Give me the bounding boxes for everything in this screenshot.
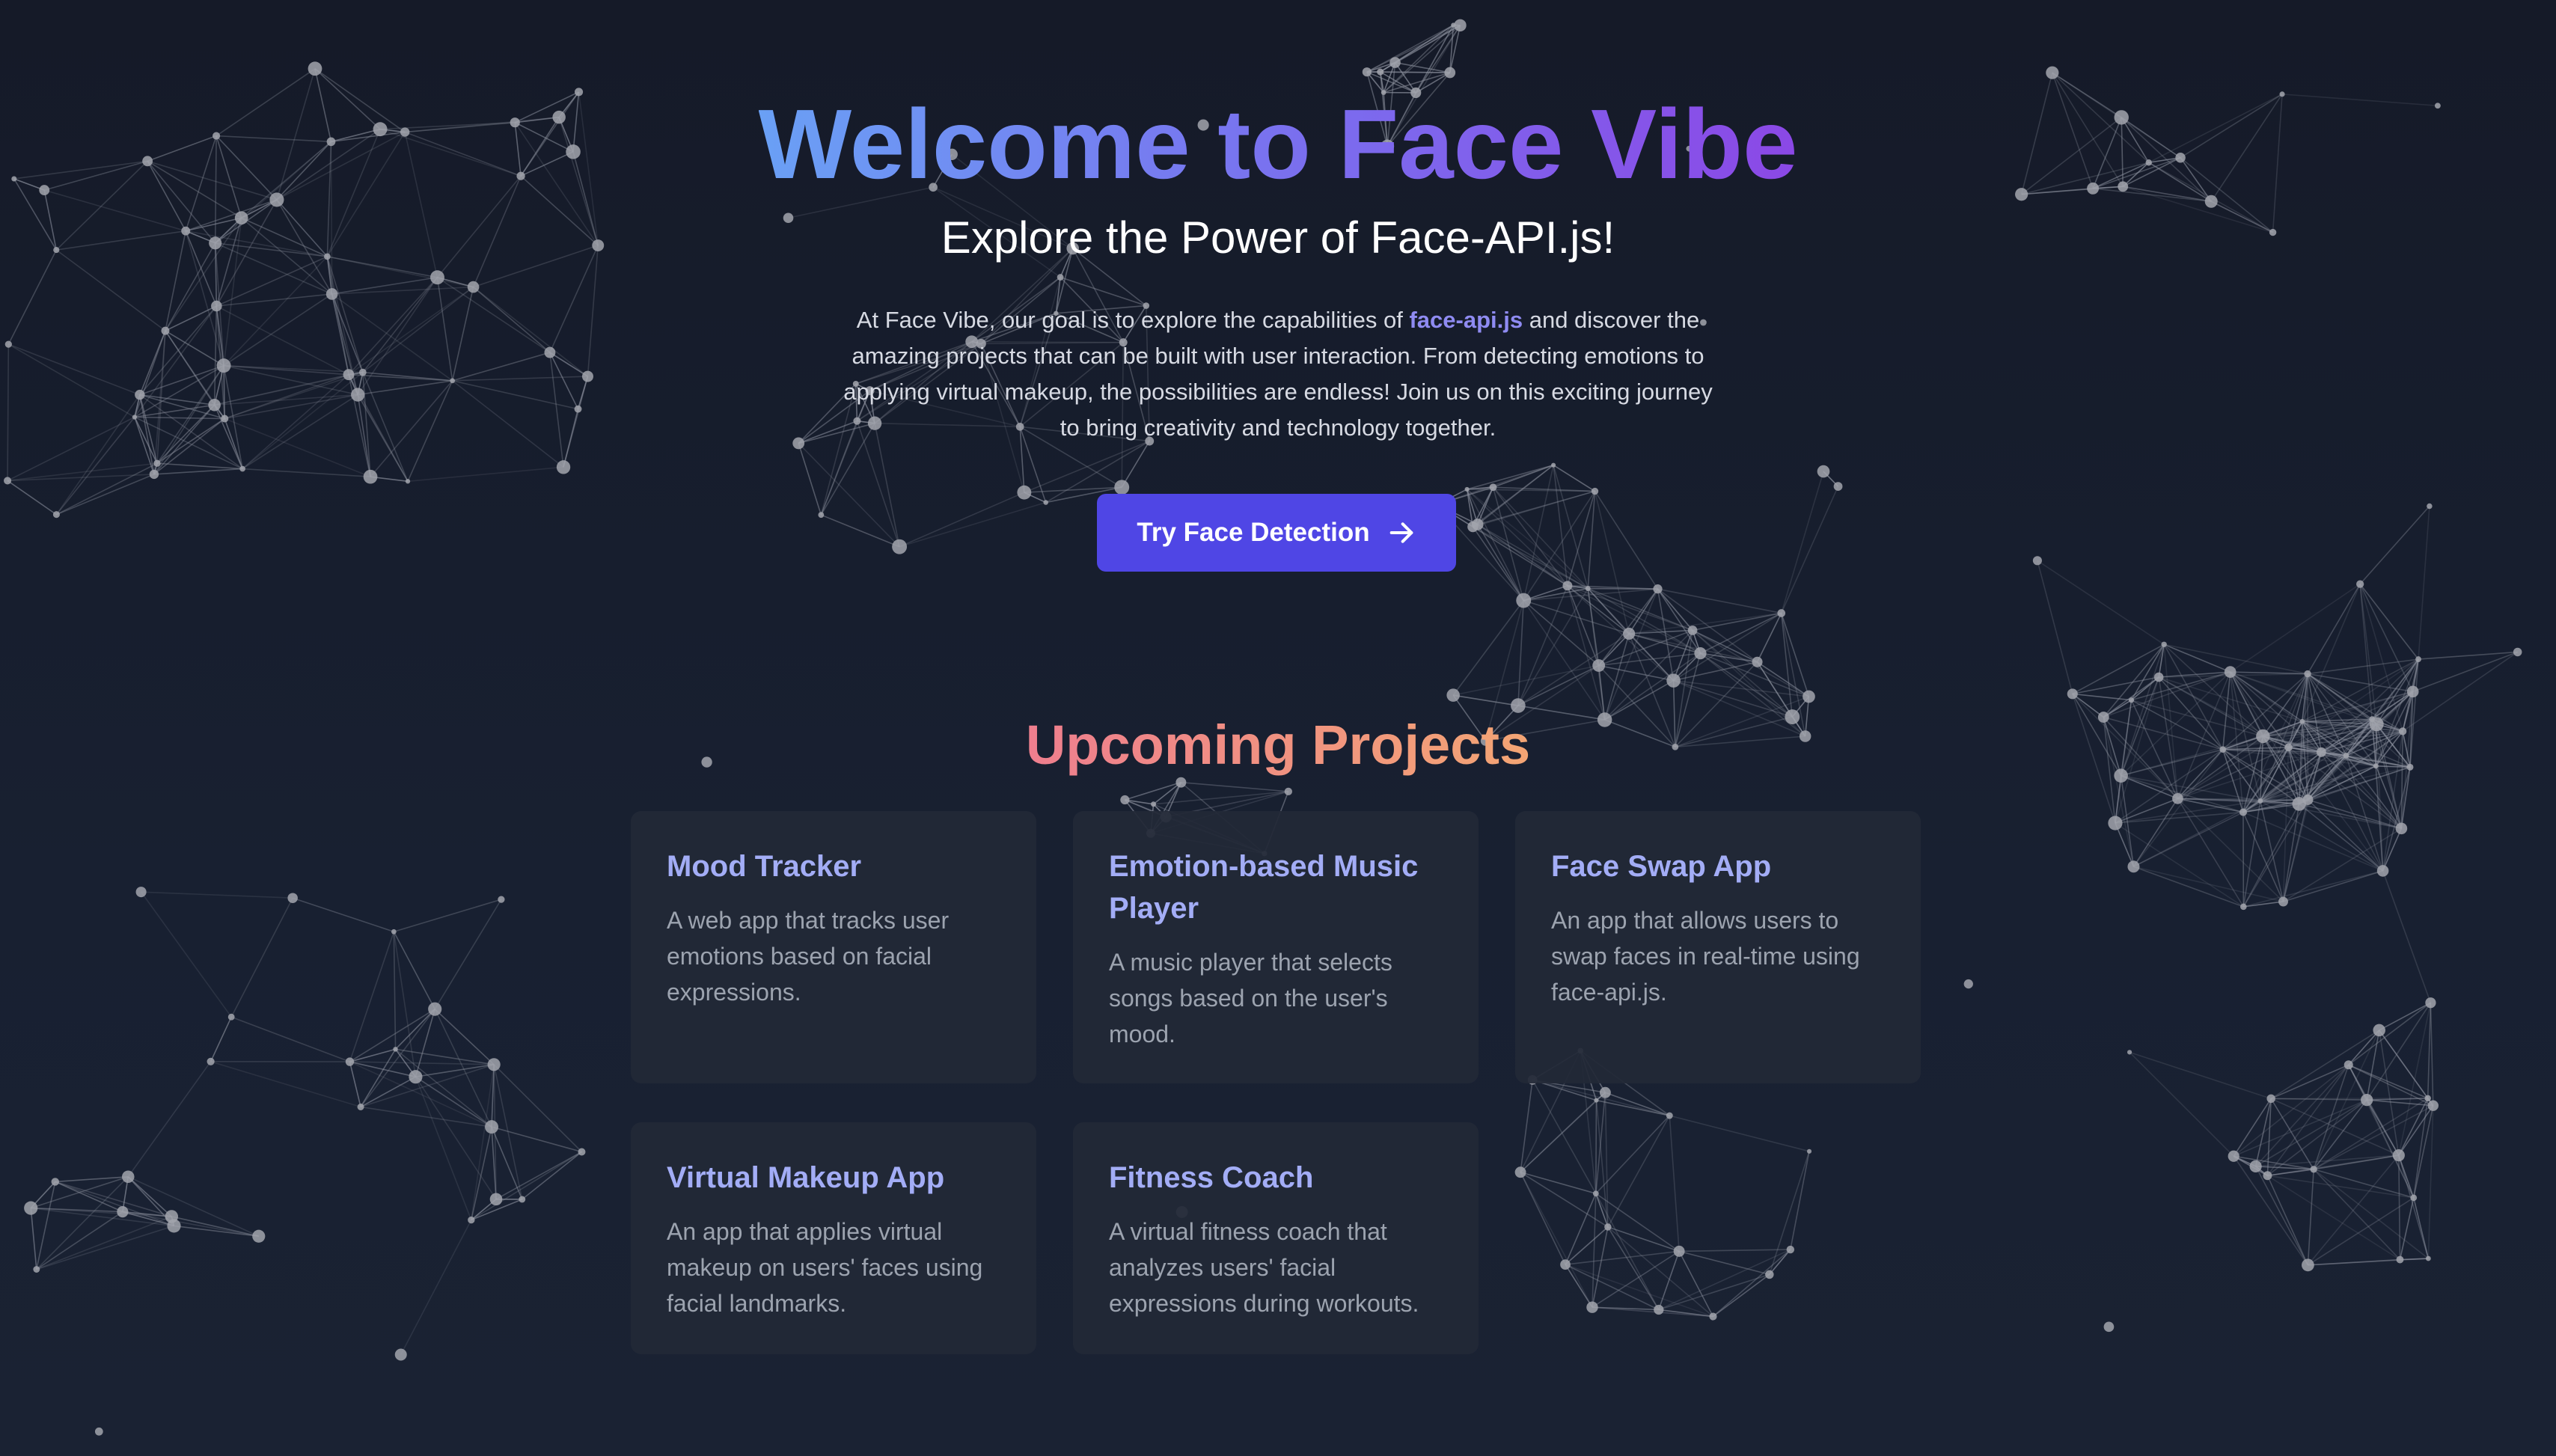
project-card-emotion-music-player[interactable]: Emotion-based Music Player A music playe… [1073,811,1479,1083]
try-face-detection-button[interactable]: Try Face Detection [1097,494,1456,572]
project-card-description: A virtual fitness coach that analyzes us… [1109,1218,1419,1317]
arrow-right-icon [1389,522,1413,543]
project-card-title: Emotion-based Music Player [1109,850,1419,925]
hero-subtitle: Explore the Power of Face-API.js! [941,212,1615,263]
project-card-description: A web app that tracks user emotions base… [667,907,950,1006]
project-card-title: Fitness Coach [1109,1161,1314,1194]
hero-title: Welcome to Face Vibe [0,88,2556,201]
upcoming-projects-title: Upcoming Projects [0,708,2556,783]
face-api-link[interactable]: face-api.js [1409,307,1523,333]
project-card-mood-tracker[interactable]: Mood Tracker A web app that tracks user … [631,811,1036,1083]
project-card-fitness-coach[interactable]: Fitness Coach A virtual fitness coach th… [1073,1122,1479,1354]
hero-intro: At Face Vibe, our goal is to explore the… [837,302,1719,446]
project-card-description: An app that allows users to swap faces i… [1551,907,1860,1006]
cta-label: Try Face Detection [1137,518,1370,547]
project-card-description: An app that applies virtual makeup on us… [667,1218,983,1317]
project-card-title: Face Swap App [1551,850,1772,883]
page: Welcome to Face Vibe Explore the Power o… [0,0,2556,1456]
hero-title-text: Welcome to Face Vibe [758,89,1798,199]
project-card-virtual-makeup-app[interactable]: Virtual Makeup App An app that applies v… [631,1122,1036,1354]
main-content: Welcome to Face Vibe Explore the Power o… [0,0,2556,1456]
project-card-title: Mood Tracker [667,850,862,883]
project-card-title: Virtual Makeup App [667,1161,945,1194]
intro-text-before: At Face Vibe, our goal is to explore the… [856,307,1410,333]
project-card-description: A music player that selects songs based … [1109,949,1392,1047]
upcoming-projects-title-text: Upcoming Projects [1025,714,1531,776]
project-card-face-swap-app[interactable]: Face Swap App An app that allows users t… [1515,811,1921,1083]
